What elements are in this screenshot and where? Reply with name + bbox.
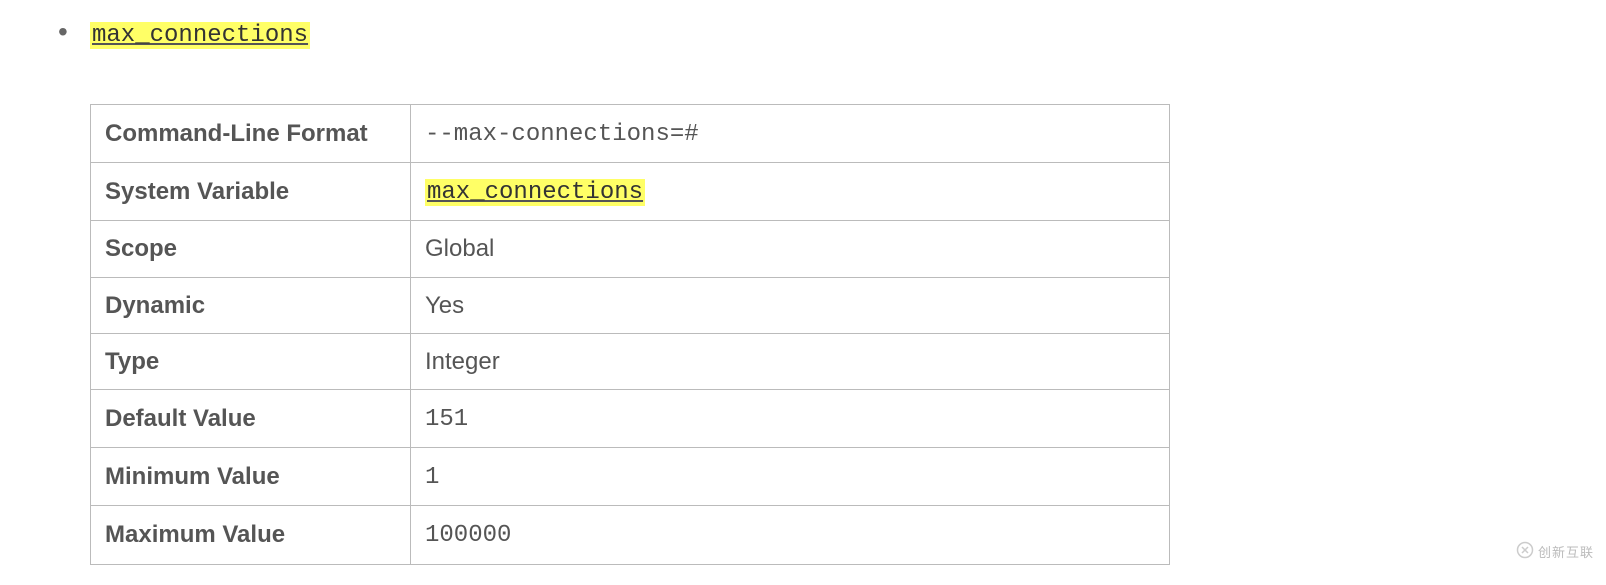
system-variable-link[interactable]: max_connections	[425, 179, 645, 206]
watermark: 创新互联	[1516, 541, 1594, 562]
table-row: Command-Line Format --max-connections=#	[91, 105, 1170, 163]
table-row: System Variable max_connections	[91, 163, 1170, 221]
row-value: --max-connections=#	[411, 105, 1170, 163]
row-value: Integer	[411, 333, 1170, 389]
row-label: Type	[91, 333, 411, 389]
value-text: --max-connections=#	[425, 121, 699, 148]
row-value: 100000	[411, 506, 1170, 564]
table-row: Minimum Value 1	[91, 448, 1170, 506]
watermark-text: 创新互联	[1538, 542, 1594, 561]
variable-list-item: max_connections Command-Line Format --ma…	[40, 20, 1566, 565]
row-label: Dynamic	[91, 277, 411, 333]
row-value: Yes	[411, 277, 1170, 333]
row-label: Maximum Value	[91, 506, 411, 564]
row-label: System Variable	[91, 163, 411, 221]
table-row: Dynamic Yes	[91, 277, 1170, 333]
row-value: Global	[411, 221, 1170, 277]
row-value: 151	[411, 389, 1170, 447]
value-text: Global	[425, 235, 494, 262]
variable-info-table: Command-Line Format --max-connections=# …	[90, 104, 1170, 565]
table-row: Type Integer	[91, 333, 1170, 389]
value-text: 151	[425, 406, 468, 433]
row-value: 1	[411, 448, 1170, 506]
watermark-logo-icon	[1516, 541, 1534, 562]
row-label: Command-Line Format	[91, 105, 411, 163]
value-text: 100000	[425, 522, 511, 549]
row-value: max_connections	[411, 163, 1170, 221]
value-text: Yes	[425, 292, 464, 319]
table-row: Default Value 151	[91, 389, 1170, 447]
row-label: Scope	[91, 221, 411, 277]
table-row: Scope Global	[91, 221, 1170, 277]
value-text: Integer	[425, 348, 500, 375]
row-label: Minimum Value	[91, 448, 411, 506]
variable-title-link[interactable]: max_connections	[90, 22, 310, 49]
row-label: Default Value	[91, 389, 411, 447]
value-text: 1	[425, 464, 439, 491]
table-row: Maximum Value 100000	[91, 506, 1170, 564]
